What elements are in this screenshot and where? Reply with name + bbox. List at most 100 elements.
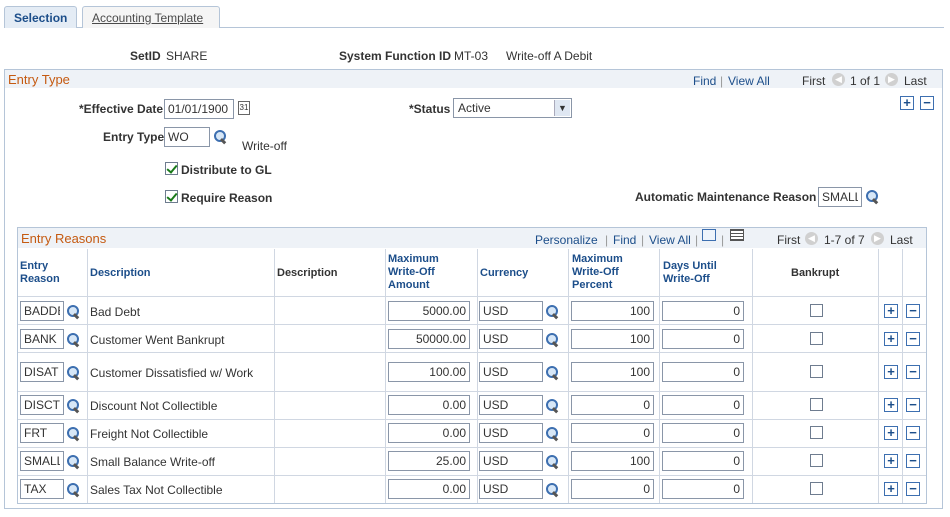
magnifier-icon[interactable] bbox=[545, 332, 559, 346]
entry-reason-input[interactable] bbox=[20, 362, 64, 382]
magnifier-icon[interactable] bbox=[66, 332, 80, 346]
bankrupt-checkbox[interactable] bbox=[810, 304, 823, 317]
col-currency[interactable]: Currency bbox=[480, 267, 528, 280]
magnifier-icon[interactable] bbox=[66, 398, 80, 412]
plus-icon[interactable]: + bbox=[884, 304, 898, 318]
bankrupt-checkbox[interactable] bbox=[810, 454, 823, 467]
entry-reasons-view-all-link[interactable]: View All bbox=[649, 233, 691, 247]
col-days-until[interactable]: Days Until Write-Off bbox=[663, 260, 717, 286]
currency-input[interactable] bbox=[479, 395, 543, 415]
magnifier-icon[interactable] bbox=[66, 426, 80, 440]
days-until-input[interactable] bbox=[662, 329, 744, 349]
entry-type-view-all-link[interactable]: View All bbox=[728, 74, 770, 88]
currency-input[interactable] bbox=[479, 479, 543, 499]
zoom-grid-icon[interactable] bbox=[702, 229, 716, 241]
plus-icon[interactable]: + bbox=[884, 365, 898, 379]
tab-selection[interactable]: Selection bbox=[4, 6, 77, 28]
calendar-icon[interactable]: 31 bbox=[238, 101, 250, 115]
magnifier-icon[interactable] bbox=[865, 189, 879, 203]
entry-reason-input[interactable] bbox=[20, 329, 64, 349]
max-amount-input[interactable] bbox=[388, 362, 470, 382]
bankrupt-checkbox[interactable] bbox=[810, 365, 823, 378]
entry-reasons-find-link[interactable]: Find bbox=[613, 233, 636, 247]
status-select[interactable]: Active ▼ bbox=[453, 98, 572, 118]
currency-input[interactable] bbox=[479, 423, 543, 443]
next-arrow-icon[interactable]: ▶ bbox=[885, 73, 898, 86]
minus-icon[interactable]: − bbox=[920, 96, 934, 110]
col-entry-reason[interactable]: Entry Reason bbox=[20, 260, 60, 286]
max-amount-input[interactable] bbox=[388, 329, 470, 349]
next-arrow-icon[interactable]: ▶ bbox=[871, 232, 884, 245]
entry-type-last[interactable]: Last bbox=[904, 74, 927, 88]
max-amount-input[interactable] bbox=[388, 479, 470, 499]
max-percent-input[interactable] bbox=[571, 301, 654, 321]
plus-icon[interactable]: + bbox=[900, 96, 914, 110]
minus-icon[interactable]: − bbox=[906, 365, 920, 379]
max-percent-input[interactable] bbox=[571, 362, 654, 382]
max-amount-input[interactable] bbox=[388, 301, 470, 321]
magnifier-icon[interactable] bbox=[66, 482, 80, 496]
plus-icon[interactable]: + bbox=[884, 426, 898, 440]
chevron-down-icon[interactable]: ▼ bbox=[554, 100, 570, 116]
magnifier-icon[interactable] bbox=[545, 365, 559, 379]
currency-input[interactable] bbox=[479, 301, 543, 321]
minus-icon[interactable]: − bbox=[906, 482, 920, 496]
max-amount-input[interactable] bbox=[388, 395, 470, 415]
require-reason-checkbox[interactable] bbox=[165, 190, 178, 203]
plus-icon[interactable]: + bbox=[884, 332, 898, 346]
distribute-to-gl-checkbox[interactable] bbox=[165, 162, 178, 175]
bankrupt-checkbox[interactable] bbox=[810, 482, 823, 495]
minus-icon[interactable]: − bbox=[906, 454, 920, 468]
magnifier-icon[interactable] bbox=[545, 398, 559, 412]
entry-reasons-last[interactable]: Last bbox=[890, 233, 913, 247]
magnifier-icon[interactable] bbox=[545, 304, 559, 318]
max-percent-input[interactable] bbox=[571, 479, 654, 499]
max-percent-input[interactable] bbox=[571, 329, 654, 349]
minus-icon[interactable]: − bbox=[906, 398, 920, 412]
entry-type-find-link[interactable]: Find bbox=[693, 74, 716, 88]
days-until-input[interactable] bbox=[662, 423, 744, 443]
magnifier-icon[interactable] bbox=[545, 426, 559, 440]
magnifier-icon[interactable] bbox=[213, 129, 227, 143]
max-amount-input[interactable] bbox=[388, 451, 470, 471]
col-max-percent[interactable]: Maximum Write-Off Percent bbox=[572, 253, 623, 292]
plus-icon[interactable]: + bbox=[884, 398, 898, 412]
download-grid-icon[interactable] bbox=[730, 229, 744, 241]
bankrupt-checkbox[interactable] bbox=[810, 332, 823, 345]
tab-accounting-template[interactable]: Accounting Template bbox=[82, 6, 220, 28]
plus-icon[interactable]: + bbox=[884, 454, 898, 468]
magnifier-icon[interactable] bbox=[66, 304, 80, 318]
plus-icon[interactable]: + bbox=[884, 482, 898, 496]
max-percent-input[interactable] bbox=[571, 451, 654, 471]
magnifier-icon[interactable] bbox=[545, 454, 559, 468]
days-until-input[interactable] bbox=[662, 395, 744, 415]
minus-icon[interactable]: − bbox=[906, 304, 920, 318]
days-until-input[interactable] bbox=[662, 301, 744, 321]
entry-reasons-first[interactable]: First bbox=[777, 233, 800, 247]
entry-type-input[interactable] bbox=[164, 127, 210, 147]
magnifier-icon[interactable] bbox=[66, 365, 80, 379]
entry-reason-input[interactable] bbox=[20, 395, 64, 415]
days-until-input[interactable] bbox=[662, 479, 744, 499]
effective-date-input[interactable] bbox=[164, 99, 234, 119]
prev-arrow-icon[interactable]: ◀ bbox=[805, 232, 818, 245]
bankrupt-checkbox[interactable] bbox=[810, 398, 823, 411]
auto-maintenance-reason-input[interactable] bbox=[818, 187, 862, 207]
magnifier-icon[interactable] bbox=[66, 454, 80, 468]
days-until-input[interactable] bbox=[662, 451, 744, 471]
entry-reason-input[interactable] bbox=[20, 423, 64, 443]
col-max-amount[interactable]: Maximum Write-Off Amount bbox=[388, 253, 439, 292]
max-amount-input[interactable] bbox=[388, 423, 470, 443]
currency-input[interactable] bbox=[479, 362, 543, 382]
entry-reason-input[interactable] bbox=[20, 451, 64, 471]
magnifier-icon[interactable] bbox=[545, 482, 559, 496]
bankrupt-checkbox[interactable] bbox=[810, 426, 823, 439]
entry-reason-input[interactable] bbox=[20, 301, 64, 321]
entry-type-first[interactable]: First bbox=[802, 74, 825, 88]
currency-input[interactable] bbox=[479, 451, 543, 471]
days-until-input[interactable] bbox=[662, 362, 744, 382]
entry-reason-input[interactable] bbox=[20, 479, 64, 499]
personalize-link[interactable]: Personalize bbox=[535, 233, 598, 247]
minus-icon[interactable]: − bbox=[906, 332, 920, 346]
currency-input[interactable] bbox=[479, 329, 543, 349]
